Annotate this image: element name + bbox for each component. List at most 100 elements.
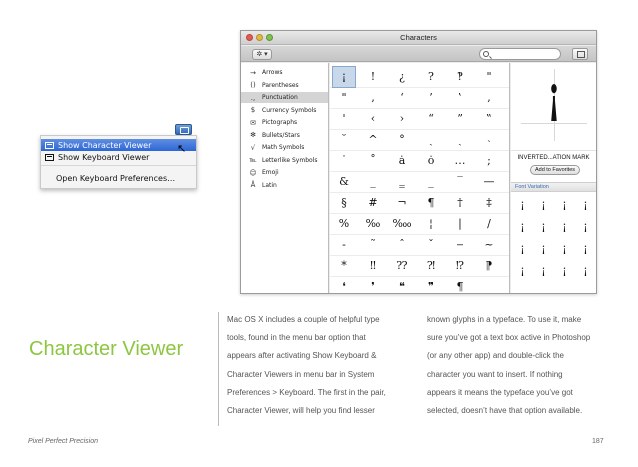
font-variation-cell[interactable]: ¡ (554, 217, 575, 237)
glyph-cell[interactable]: ‱ (391, 214, 413, 234)
glyph-cell[interactable]: ‼ (362, 256, 384, 276)
glyph-cell[interactable]: ~ (478, 235, 500, 255)
font-variation-cell[interactable]: ¡ (554, 195, 575, 215)
glyph-cell[interactable]: ‗ (391, 172, 413, 192)
font-variation-cell[interactable]: ¡ (575, 239, 596, 259)
sidebar-item-letterlike-symbols[interactable]: ℡ Letterlike Symbols (241, 155, 328, 166)
glyph-cell[interactable]: ˏ (449, 130, 471, 150)
font-variation-cell[interactable]: ¡ (575, 195, 596, 215)
glyph-cell[interactable]: _ (420, 172, 442, 192)
glyph-cell[interactable]: ¬ (391, 193, 413, 213)
glyph-cell[interactable]: " (333, 88, 355, 108)
glyph-cell[interactable]: ; (478, 151, 500, 171)
glyph-cell[interactable]: ˆ (391, 235, 413, 255)
glyph-cell[interactable]: ¿ (391, 67, 413, 87)
glyph-cell[interactable]: ‘ (391, 88, 413, 108)
menu-item-open-keyboard-preferences[interactable]: Open Keyboard Preferences… (41, 172, 196, 184)
glyph-cell[interactable]: ˙ (333, 151, 355, 171)
glyph-cell[interactable]: ‹ (362, 109, 384, 129)
add-to-favorites-button[interactable]: Add to Favorites (530, 165, 580, 175)
glyph-cell[interactable]: ‰ (362, 214, 384, 234)
font-variation-cell[interactable]: ¡ (575, 217, 596, 237)
glyph-cell[interactable]: " (478, 67, 500, 87)
glyph-cell[interactable]: ‚ (362, 88, 384, 108)
font-variation-cell[interactable]: ¡ (512, 217, 533, 237)
sidebar-item-punctuation[interactable]: ., Punctuation (241, 92, 328, 103)
sidebar-item-math-symbols[interactable]: √ Math Symbols (241, 142, 328, 153)
glyph-cell[interactable]: ‛ (449, 88, 471, 108)
glyph-cell[interactable]: ❞ (420, 277, 442, 293)
sidebar-item-parentheses[interactable]: () Parentheses (241, 80, 328, 91)
glyph-cell[interactable]: ˎ (420, 130, 442, 150)
glyph-cell[interactable]: ^ (362, 130, 384, 150)
glyph-cell[interactable]: ˚ (362, 151, 384, 171)
glyph-cell[interactable]: ‾ (449, 172, 471, 192)
font-variation-cell[interactable]: ¡ (512, 261, 533, 281)
font-variation-cell[interactable]: ¡ (533, 261, 554, 281)
glyph-cell[interactable]: & (333, 172, 355, 192)
glyph-cell[interactable]: ˇ (420, 235, 442, 255)
menu-item-show-character-viewer[interactable]: Show Character Viewer (41, 139, 196, 151)
glyph-cell[interactable]: ? (420, 67, 442, 87)
glyph-cell[interactable]: ¶ (449, 277, 471, 293)
glyph-cell[interactable]: ° (391, 130, 413, 150)
glyph-cell[interactable]: , (478, 88, 500, 108)
glyph-cell[interactable]: ¶ (420, 193, 442, 213)
glyph-cell[interactable]: ‡ (478, 193, 500, 213)
sidebar-item-emoji[interactable]: ☺ Emoji (241, 167, 328, 178)
glyph-cell[interactable]: ❜ (362, 277, 384, 293)
glyph-cell[interactable]: “ (420, 109, 442, 129)
glyph-cell[interactable]: ⁉ (449, 256, 471, 276)
glyph-cell[interactable]: ’ (420, 88, 442, 108)
glyph-cell[interactable]: _ (362, 172, 384, 192)
font-variation-cell[interactable]: ¡ (512, 239, 533, 259)
sidebar-item-latin[interactable]: Å Latin (241, 180, 328, 191)
glyph-cell[interactable]: — (478, 172, 500, 192)
glyph-cell[interactable]: ¡ (332, 66, 356, 88)
font-variation-cell[interactable]: ¡ (533, 239, 554, 259)
gear-menu-button[interactable]: ✲ ▾ (252, 49, 272, 60)
view-toggle-button[interactable] (572, 48, 588, 60)
font-variation-cell[interactable]: ¡ (533, 217, 554, 237)
glyph-cell[interactable]: ! (362, 67, 384, 87)
glyph-cell[interactable]: ȯ (420, 151, 442, 171)
font-variation-cell[interactable]: ¡ (512, 195, 533, 215)
font-variation-cell[interactable]: ¡ (575, 261, 596, 281)
font-variation-cell[interactable]: ¡ (554, 261, 575, 281)
glyph-cell[interactable]: ❝ (391, 277, 413, 293)
glyph-cell[interactable]: # (362, 193, 384, 213)
glyph-cell[interactable]: ⁇ (391, 256, 413, 276)
sidebar-item-pictographs[interactable]: ✉ Pictographs (241, 117, 328, 128)
glyph-cell[interactable]: § (333, 193, 355, 213)
glyph-cell[interactable]: ‟ (478, 109, 500, 129)
glyph-cell[interactable]: ' (333, 109, 355, 129)
glyph-cell[interactable]: ¦ (420, 214, 442, 234)
font-variation-header[interactable]: Font Variation (511, 182, 596, 192)
glyph-cell[interactable]: % (333, 214, 355, 234)
sidebar-item-currency-symbols[interactable]: $ Currency Symbols (241, 105, 328, 116)
menu-item-show-keyboard-viewer[interactable]: Show Keyboard Viewer (41, 151, 196, 163)
search-input[interactable] (479, 48, 561, 60)
sidebar-item-arrows[interactable]: → Arrows (241, 67, 328, 78)
sidebar-item-bullets-stars[interactable]: ✻ Bullets/Stars (241, 130, 328, 141)
glyph-cell[interactable]: ‒ (449, 235, 471, 255)
glyph-cell[interactable] (478, 277, 500, 293)
glyph-cell[interactable]: ȧ (391, 151, 413, 171)
font-variation-cell[interactable]: ¡ (554, 239, 575, 259)
glyph-cell[interactable]: | (449, 214, 471, 234)
glyph-cell[interactable]: ” (449, 109, 471, 129)
glyph-cell[interactable]: / (478, 214, 500, 234)
glyph-cell[interactable]: › (391, 109, 413, 129)
glyph-cell[interactable]: ❛ (333, 277, 355, 293)
glyph-cell[interactable]: ‽ (449, 67, 471, 87)
glyph-cell[interactable]: ⁋ (478, 256, 500, 276)
glyph-cell[interactable]: ⁈ (420, 256, 442, 276)
font-variation-cell[interactable]: ¡ (533, 195, 554, 215)
glyph-cell[interactable]: * (333, 256, 355, 276)
glyph-cell[interactable]: … (449, 151, 471, 171)
glyph-cell[interactable]: ˜ (362, 235, 384, 255)
glyph-cell[interactable]: ‐ (333, 235, 355, 255)
glyph-cell[interactable]: ˴ (478, 130, 500, 150)
input-menu-icon[interactable] (175, 124, 192, 135)
glyph-cell[interactable]: † (449, 193, 471, 213)
